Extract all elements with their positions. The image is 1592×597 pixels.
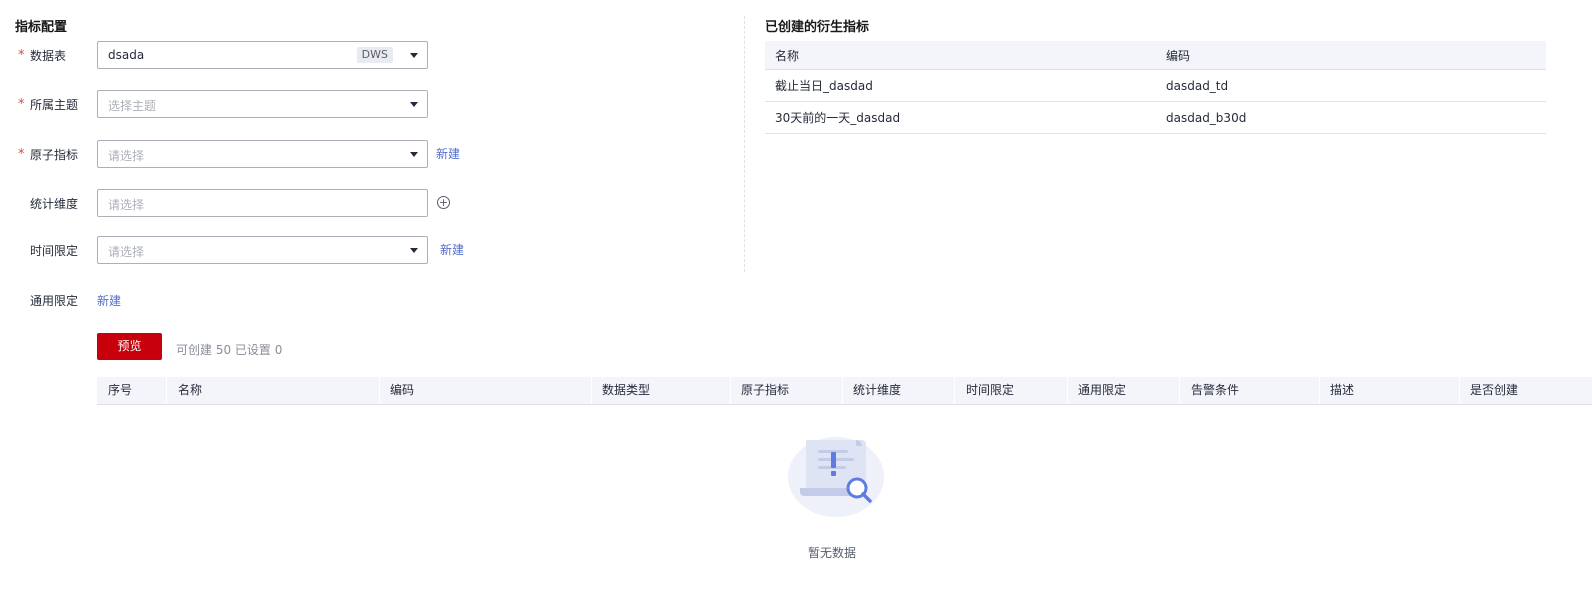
required-marker: *	[18, 48, 25, 63]
column-divider	[1459, 377, 1460, 404]
column-header-data-type: 数据类型	[602, 383, 651, 397]
column-divider	[591, 377, 592, 404]
column-header-code: 编码	[390, 383, 415, 397]
table-cell-name: 截止当日_dasdad	[765, 69, 1156, 102]
indicator-config-title: 指标配置	[15, 20, 68, 35]
table-select[interactable]: dsada DWS	[97, 41, 428, 69]
dimension-input[interactable]: 请选择	[97, 189, 428, 217]
form-row-time-limit: 时间限定 请选择 新建	[0, 236, 470, 264]
column-divider	[842, 377, 843, 404]
new-time-limit-link[interactable]: 新建	[440, 241, 464, 258]
table-label: 数据表	[30, 49, 67, 63]
column-header-general-limit: 通用限定	[1078, 383, 1127, 397]
column-divider	[166, 377, 167, 404]
chevron-down-icon	[410, 248, 418, 253]
theme-label: 所属主题	[30, 98, 79, 112]
quota-hint: 可创建 50 已设置 0	[176, 343, 283, 357]
form-row-theme: * 所属主题 选择主题	[0, 90, 440, 118]
atomic-select[interactable]: 请选择	[97, 140, 428, 168]
theme-select[interactable]: 选择主题	[97, 90, 428, 118]
empty-data-icon	[788, 437, 884, 517]
dws-badge: DWS	[356, 47, 393, 63]
atomic-select-placeholder: 请选择	[108, 149, 145, 163]
time-limit-label: 时间限定	[30, 244, 79, 258]
column-header-alarm: 告警条件	[1191, 383, 1240, 397]
column-header-description: 描述	[1330, 383, 1355, 397]
column-divider	[1067, 377, 1068, 404]
theme-select-placeholder: 选择主题	[108, 99, 157, 113]
column-header-name: 名称	[765, 41, 1156, 70]
new-general-limit-link[interactable]: 新建	[97, 292, 121, 309]
general-limit-label: 通用限定	[30, 294, 79, 308]
plus-circle-icon[interactable]: +	[437, 196, 450, 209]
time-limit-select[interactable]: 请选择	[97, 236, 428, 264]
table-cell-name: 30天前的一天_dasdad	[765, 101, 1156, 134]
dimension-placeholder: 请选择	[108, 198, 145, 212]
atomic-label: 原子指标	[30, 148, 79, 162]
section-divider	[744, 16, 745, 272]
form-row-dimension: 统计维度 请选择 +	[0, 189, 460, 217]
time-limit-placeholder: 请选择	[108, 245, 145, 259]
column-header-created: 是否创建	[1470, 383, 1519, 397]
required-marker: *	[18, 147, 25, 162]
chevron-down-icon	[410, 152, 418, 157]
new-atomic-link[interactable]: 新建	[436, 145, 460, 162]
table-header-row: 名称 编码	[765, 41, 1546, 70]
created-indicators-title: 已创建的衍生指标	[765, 20, 870, 35]
empty-state-text: 暂无数据	[808, 546, 857, 560]
form-row-table: * 数据表 dsada DWS	[0, 41, 440, 69]
dimension-label: 统计维度	[30, 197, 79, 211]
chevron-down-icon	[410, 102, 418, 107]
column-divider	[1319, 377, 1320, 404]
column-divider	[1179, 377, 1180, 404]
column-header-atomic: 原子指标	[741, 383, 790, 397]
preview-button[interactable]: 预览	[97, 333, 162, 360]
column-header-dimension: 统计维度	[853, 383, 902, 397]
table-row: 30天前的一天_dasdad dasdad_b30d	[765, 101, 1546, 134]
column-divider	[954, 377, 955, 404]
column-header-time-limit: 时间限定	[966, 383, 1015, 397]
indicators-table-header: 序号 名称 编码 数据类型 原子指标 统计维度 时间限定 通用限定 告警条件 描…	[97, 377, 1592, 405]
form-row-general-limit: 通用限定 新建	[0, 286, 200, 314]
column-divider	[730, 377, 731, 404]
table-select-value: dsada	[108, 48, 145, 62]
created-indicators-table: 名称 编码 截止当日_dasdad dasdad_td 30天前的一天_dasd…	[765, 41, 1546, 134]
column-header-code: 编码	[1156, 41, 1546, 70]
table-cell-code: dasdad_b30d	[1156, 101, 1546, 134]
column-header-name: 名称	[178, 383, 203, 397]
form-row-atomic: * 原子指标 请选择 新建	[0, 140, 470, 168]
column-divider	[379, 377, 380, 404]
chevron-down-icon	[410, 53, 418, 58]
required-marker: *	[18, 97, 25, 112]
table-row: 截止当日_dasdad dasdad_td	[765, 69, 1546, 102]
table-cell-code: dasdad_td	[1156, 69, 1546, 102]
column-header-index: 序号	[108, 383, 133, 397]
